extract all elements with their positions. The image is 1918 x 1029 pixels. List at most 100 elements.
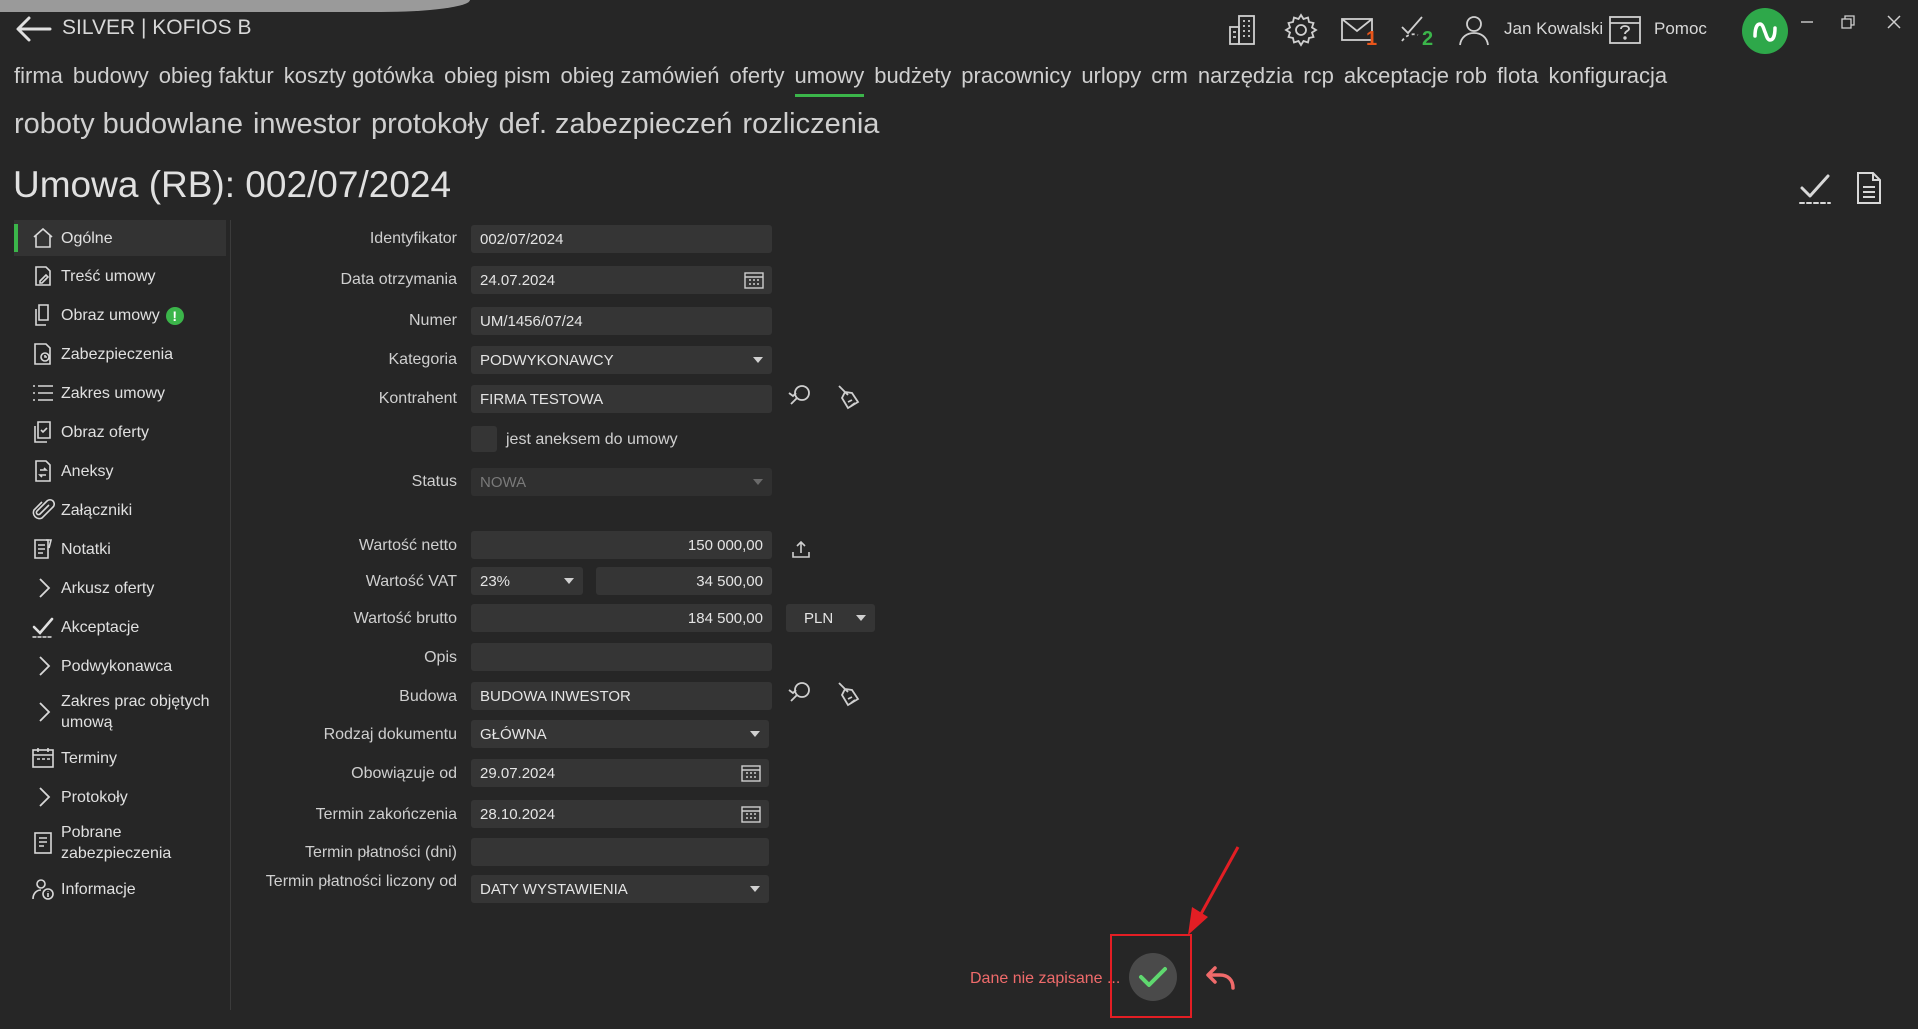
menu-item-akceptacje-rob[interactable]: akceptacje rob <box>1344 63 1487 97</box>
termin-platnosci-field[interactable] <box>471 838 769 866</box>
currency-select[interactable]: PLN <box>786 604 875 632</box>
user-name[interactable]: Jan Kowalski <box>1504 19 1603 39</box>
termin-liczony-od-select[interactable]: DATY WYSTAWIENIA <box>471 875 769 903</box>
restore-icon[interactable] <box>1834 10 1862 34</box>
wartosc-netto-label: Wartość netto <box>358 537 457 554</box>
checkmark-icon <box>30 614 56 640</box>
lookup-icon[interactable] <box>784 677 816 709</box>
document-lines-icon <box>30 830 56 856</box>
submenu-def-zabezpieczen[interactable]: def. zabezpieczeń <box>499 108 733 141</box>
budowa-label: Budowa <box>399 688 457 705</box>
sidebar-item-label: Obraz umowy <box>61 307 160 324</box>
calendar-icon[interactable] <box>741 764 761 782</box>
undo-icon[interactable] <box>1202 960 1238 996</box>
clear-brush-icon[interactable] <box>834 677 866 709</box>
sidebar-item-pobrane-zabezpieczenia[interactable]: Pobrane zabezpieczenia <box>14 818 226 868</box>
sidebar-item-tresc-umowy[interactable]: Treść umowy <box>14 258 226 294</box>
save-button[interactable] <box>1129 953 1177 1001</box>
obowiazuje-od-label: Obowiązuje od <box>351 765 457 782</box>
sidebar-item-akceptacje[interactable]: Akceptacje <box>14 609 226 645</box>
help-label[interactable]: Pomoc <box>1654 19 1707 39</box>
kategoria-select[interactable]: PODWYKONAWCY <box>471 346 772 374</box>
submenu-roboty-budowlane[interactable]: roboty budowlane <box>14 108 243 141</box>
menu-item-obieg-pism[interactable]: obieg pism <box>444 63 550 97</box>
sidebar-item-protokoly[interactable]: Protokoły <box>14 779 226 815</box>
menu-item-budowy[interactable]: budowy <box>73 63 149 97</box>
menu-item-flota[interactable]: flota <box>1497 63 1539 97</box>
sidebar-item-zakres-prac[interactable]: Zakres prac objętych umową <box>14 687 226 737</box>
gear-icon[interactable] <box>1283 12 1319 48</box>
sidebar-item-label: Informacje <box>61 881 136 898</box>
rodzaj-dokumentu-label: Rodzaj dokumentu <box>323 726 457 743</box>
sidebar-item-aneksy[interactable]: Aneksy <box>14 453 226 489</box>
aneks-checkbox[interactable] <box>471 426 497 452</box>
kontrahent-field[interactable]: FIRMA TESTOWA <box>471 385 772 413</box>
sidebar-item-terminy[interactable]: Terminy <box>14 740 226 776</box>
accept-checkmark-icon[interactable] <box>1796 170 1834 206</box>
calendar-icon[interactable] <box>741 805 761 823</box>
menu-item-rcp[interactable]: rcp <box>1303 63 1334 97</box>
chevron-right-icon <box>30 575 56 601</box>
submenu-rozliczenia[interactable]: rozliczenia <box>742 108 879 141</box>
menu-item-oferty[interactable]: oferty <box>729 63 784 97</box>
menu-item-crm[interactable]: crm <box>1151 63 1188 97</box>
upload-icon[interactable] <box>785 533 817 565</box>
sidebar-item-label: Terminy <box>61 750 118 767</box>
sidebar-item-label: Arkusz oferty <box>61 580 155 597</box>
submenu-inwestor[interactable]: inwestor <box>253 108 361 141</box>
sidebar-item-obraz-oferty[interactable]: Obraz oferty <box>14 414 226 450</box>
menu-item-konfiguracja[interactable]: konfiguracja <box>1549 63 1668 97</box>
minimize-icon[interactable] <box>1793 10 1821 34</box>
termin-platnosci-label: Termin płatności (dni) <box>304 844 457 861</box>
termin-zakonczenia-field[interactable]: 28.10.2024 <box>471 800 769 828</box>
sidebar-item-zakres-umowy[interactable]: Zakres umowy <box>14 375 226 411</box>
sidebar-item-zabezpieczenia[interactable]: Zabezpieczenia <box>14 336 226 372</box>
wartosc-netto-field[interactable]: 150 000,00 <box>471 531 772 559</box>
sidebar-item-informacje[interactable]: Informacje <box>14 871 226 907</box>
menu-item-koszty-gotowka[interactable]: koszty gotówka <box>284 63 434 97</box>
menu-item-obieg-faktur[interactable]: obieg faktur <box>159 63 274 97</box>
document-icon[interactable] <box>1853 170 1891 206</box>
sidebar-item-obraz-umowy[interactable]: Obraz umowy! <box>14 297 226 333</box>
mail-icon[interactable]: 1 <box>1340 12 1388 50</box>
termin-zakonczenia-value: 28.10.2024 <box>480 805 556 823</box>
obowiazuje-od-field[interactable]: 29.07.2024 <box>471 759 769 787</box>
budowa-field[interactable]: BUDOWA INWESTOR <box>471 682 772 710</box>
close-icon[interactable] <box>1880 10 1908 34</box>
lookup-icon[interactable] <box>784 380 816 412</box>
status-select: NOWA <box>471 468 772 496</box>
menu-item-budzety[interactable]: budżety <box>874 63 951 97</box>
submenu-protokoly[interactable]: protokoły <box>371 108 489 141</box>
data-otrzymania-field[interactable]: 24.07.2024 <box>471 266 772 294</box>
approvals-icon[interactable]: 2 <box>1398 12 1446 50</box>
menu-item-umowy[interactable]: umowy <box>794 63 864 97</box>
clear-brush-icon[interactable] <box>834 380 866 412</box>
menu-item-narzedzia[interactable]: narzędzia <box>1198 63 1293 97</box>
sidebar-item-zalaczniki[interactable]: Załączniki <box>14 492 226 528</box>
document-swap-icon <box>30 458 56 484</box>
menu-item-obieg-zamowien[interactable]: obieg zamówień <box>561 63 720 97</box>
building-icon[interactable] <box>1226 12 1260 48</box>
numer-field[interactable]: UM/1456/07/24 <box>471 307 772 335</box>
sidebar-item-label: Obraz oferty <box>61 424 150 441</box>
rodzaj-dokumentu-select[interactable]: GŁÓWNA <box>471 720 769 748</box>
sidebar-item-podwykonawca[interactable]: Podwykonawca <box>14 648 226 684</box>
back-arrow-icon[interactable] <box>14 14 52 44</box>
menu-item-urlopy[interactable]: urlopy <box>1081 63 1141 97</box>
menu-item-pracownicy[interactable]: pracownicy <box>961 63 1071 97</box>
kontrahent-label: Kontrahent <box>378 390 457 407</box>
vat-rate-select[interactable]: 23% <box>471 567 583 595</box>
user-icon[interactable] <box>1457 12 1491 48</box>
sidebar-item-ogolne[interactable]: Ogólne <box>14 220 226 256</box>
wartosc-brutto-field[interactable]: 184 500,00 <box>471 604 772 632</box>
wartosc-vat-field[interactable]: 34 500,00 <box>596 567 772 595</box>
sidebar-item-label: Załączniki <box>61 502 133 519</box>
sidebar-item-notatki[interactable]: Notatki <box>14 531 226 567</box>
identyfikator-field[interactable]: 002/07/2024 <box>471 225 772 253</box>
help-icon[interactable] <box>1608 12 1642 48</box>
document-check-icon <box>30 419 56 445</box>
menu-item-firma[interactable]: firma <box>14 63 63 97</box>
calendar-icon[interactable] <box>744 271 764 289</box>
opis-field[interactable] <box>471 643 772 671</box>
sidebar-item-arkusz-oferty[interactable]: Arkusz oferty <box>14 570 226 606</box>
